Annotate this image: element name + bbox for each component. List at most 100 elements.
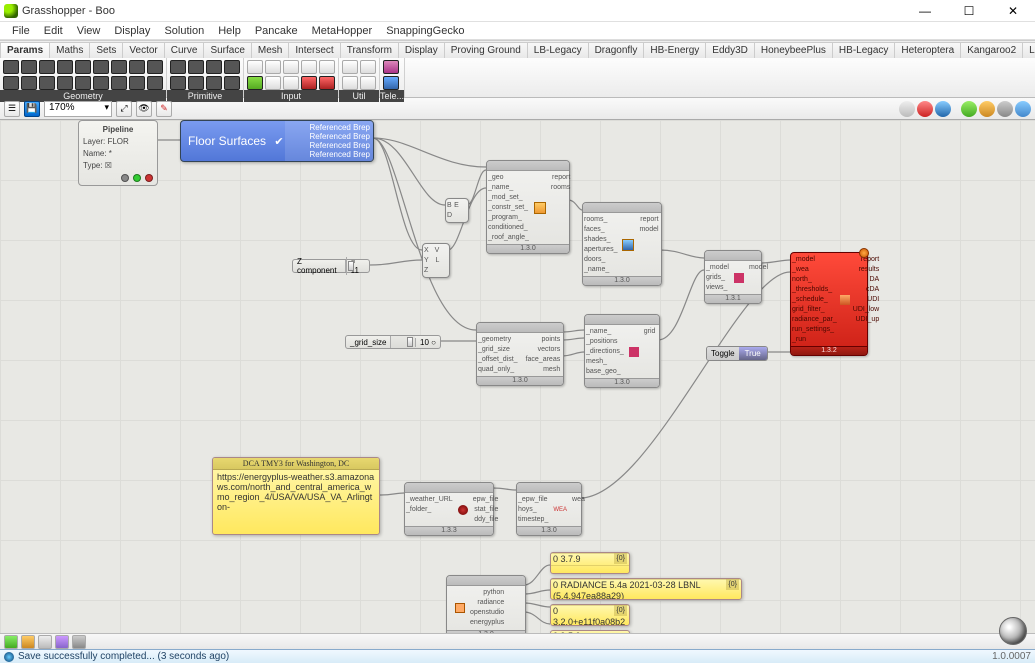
- menu-snappinggecko[interactable]: SnappingGecko: [380, 24, 470, 38]
- tab-heteroptera[interactable]: Heteroptera: [894, 42, 961, 58]
- port-b[interactable]: B: [447, 201, 452, 210]
- tab-lb-legacy[interactable]: LB-Legacy: [527, 42, 589, 58]
- port[interactable]: wea: [572, 495, 585, 504]
- radiance-version-panel[interactable]: {0} 0 RADIANCE 5.4a 2021-03-28 LBNL (5.4…: [550, 578, 742, 600]
- util-icon[interactable]: [342, 76, 358, 90]
- port[interactable]: _geometry: [478, 335, 518, 344]
- cluster-widget-icon[interactable]: [38, 635, 52, 649]
- port-l[interactable]: L: [435, 256, 439, 265]
- menu-metahopper[interactable]: MetaHopper: [306, 24, 379, 38]
- port-z[interactable]: Z: [424, 266, 429, 275]
- geom-icon[interactable]: [57, 76, 73, 90]
- input-icon[interactable]: [319, 76, 335, 90]
- slider-grip[interactable]: [407, 337, 413, 347]
- port[interactable]: apertures_: [584, 245, 617, 254]
- geom-icon[interactable]: [111, 76, 127, 90]
- port[interactable]: _schedule_: [792, 295, 837, 304]
- port[interactable]: UDI_up: [855, 315, 879, 324]
- tab-surface[interactable]: Surface: [203, 42, 251, 58]
- geom-icon[interactable]: [39, 60, 55, 74]
- profiler-widget-icon[interactable]: [72, 635, 86, 649]
- geom-icon[interactable]: [21, 76, 37, 90]
- toggle-value[interactable]: True: [739, 347, 767, 360]
- bd-component[interactable]: BD E: [445, 198, 469, 223]
- port[interactable]: face_areas: [526, 355, 561, 364]
- error-balloon-icon[interactable]: [859, 248, 869, 258]
- only-selected-icon[interactable]: [979, 101, 995, 117]
- port[interactable]: python: [483, 588, 504, 597]
- preview-shaded-icon[interactable]: [935, 101, 951, 117]
- port[interactable]: _wea: [792, 265, 837, 274]
- menu-solution[interactable]: Solution: [158, 24, 210, 38]
- prim-icon[interactable]: [188, 76, 204, 90]
- port[interactable]: _name_: [488, 183, 529, 192]
- port[interactable]: _thresholds_: [792, 285, 837, 294]
- port[interactable]: vectors: [538, 345, 561, 354]
- sensor-grid-component[interactable]: _name_ _positions _directions_ mesh_ bas…: [584, 314, 660, 388]
- port[interactable]: stat_file: [474, 505, 498, 514]
- wea-component[interactable]: _epw_file hoys_ timestep_ WEA wea 1.3.0: [516, 482, 582, 536]
- geom-icon[interactable]: [21, 60, 37, 74]
- port[interactable]: _program_: [488, 213, 529, 222]
- tab-hb-energy[interactable]: HB-Energy: [643, 42, 706, 58]
- port-rooms[interactable]: rooms: [551, 183, 570, 192]
- python-version-panel[interactable]: {0} 0 3.7.9: [550, 552, 630, 574]
- port[interactable]: _roof_angle_: [488, 233, 529, 242]
- tab-transform[interactable]: Transform: [340, 42, 399, 58]
- geom-icon[interactable]: [147, 76, 163, 90]
- geom-icon[interactable]: [39, 76, 55, 90]
- geom-icon[interactable]: [129, 60, 145, 74]
- port-y[interactable]: Y: [424, 256, 429, 265]
- tab-display[interactable]: Display: [398, 42, 445, 58]
- port[interactable]: grid_filter_: [792, 305, 837, 314]
- pipeline-component[interactable]: Pipeline Layer: FLOR Name: * Type: ☒: [78, 120, 158, 186]
- port[interactable]: _offset_dist_: [478, 355, 518, 364]
- preview-selected-icon[interactable]: [961, 101, 977, 117]
- port[interactable]: north_: [792, 275, 837, 284]
- hb-room-component[interactable]: _geo _name_ _mod_set_ _constr_set_ _prog…: [486, 160, 570, 254]
- zoom-dropdown[interactable]: 170%: [44, 101, 112, 117]
- port[interactable]: _name_: [586, 327, 624, 336]
- port-x[interactable]: X: [424, 246, 429, 255]
- geom-icon[interactable]: [93, 60, 109, 74]
- new-doc-button[interactable]: ☰: [4, 101, 20, 117]
- tab-vector[interactable]: Vector: [122, 42, 164, 58]
- pipeline-filter-icon[interactable]: [133, 174, 141, 182]
- preview-wire-icon[interactable]: [917, 101, 933, 117]
- menu-display[interactable]: Display: [108, 24, 156, 38]
- markov-widget-icon[interactable]: [4, 635, 18, 649]
- align-widget-icon[interactable]: [55, 635, 69, 649]
- geom-icon[interactable]: [111, 60, 127, 74]
- tab-sets[interactable]: Sets: [89, 42, 123, 58]
- maximize-button[interactable]: ☐: [947, 0, 991, 22]
- geom-icon[interactable]: [57, 60, 73, 74]
- port-d[interactable]: D: [447, 211, 452, 220]
- input-icon[interactable]: [283, 76, 299, 90]
- port[interactable]: _positions: [586, 337, 624, 346]
- port[interactable]: _constr_set_: [488, 203, 529, 212]
- port-report[interactable]: report: [552, 173, 570, 182]
- tab-mesh[interactable]: Mesh: [251, 42, 289, 58]
- slider-grip[interactable]: [348, 261, 354, 271]
- prim-icon[interactable]: [224, 76, 240, 90]
- port[interactable]: energyplus: [470, 618, 504, 627]
- preview-off-icon[interactable]: [899, 101, 915, 117]
- util-icon[interactable]: [360, 60, 376, 74]
- input-icon[interactable]: [247, 60, 263, 74]
- port[interactable]: UDI: [867, 295, 879, 304]
- port[interactable]: timestep_: [518, 515, 548, 524]
- port[interactable]: radiance_par_: [792, 315, 837, 324]
- grid-slider[interactable]: _grid_size 10 ○: [345, 335, 441, 349]
- port[interactable]: shades_: [584, 235, 617, 244]
- tab-hb-legacy[interactable]: HB-Legacy: [832, 42, 895, 58]
- tab-eddy3d[interactable]: Eddy3D: [705, 42, 755, 58]
- boolean-toggle[interactable]: Toggle True: [706, 346, 768, 361]
- geom-icon[interactable]: [3, 76, 19, 90]
- port[interactable]: model: [749, 263, 768, 272]
- minimize-button[interactable]: —: [903, 0, 947, 22]
- port[interactable]: grid: [644, 327, 656, 336]
- menu-view[interactable]: View: [71, 24, 107, 38]
- menu-file[interactable]: File: [6, 24, 36, 38]
- open-button[interactable]: 💾: [24, 101, 40, 117]
- port[interactable]: views_: [706, 283, 729, 292]
